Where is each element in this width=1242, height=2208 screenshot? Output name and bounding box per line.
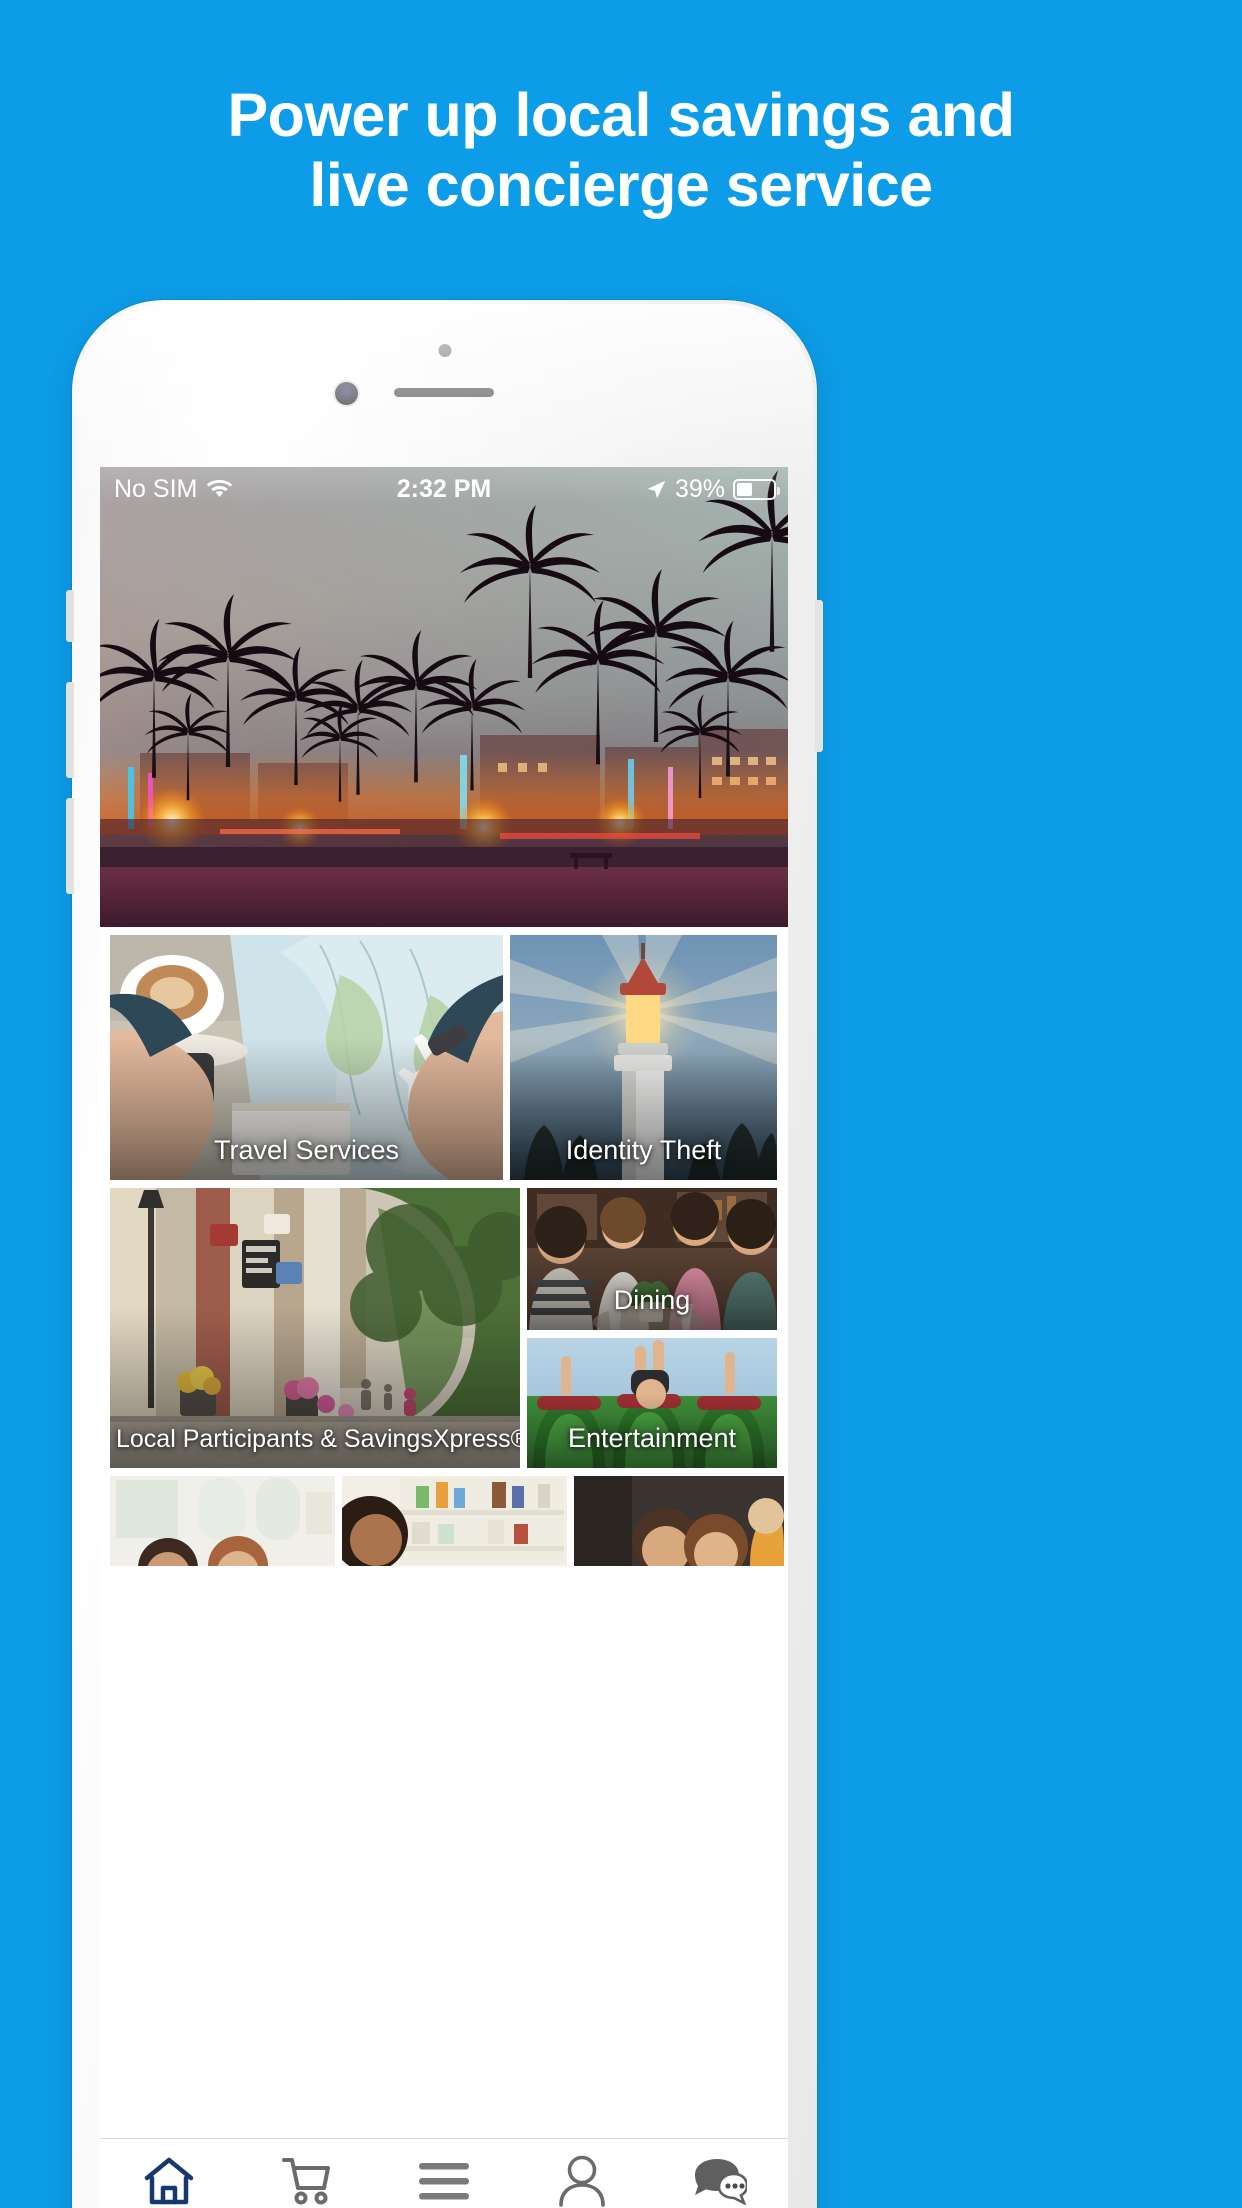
tile-row-3-partial <box>110 1476 784 1566</box>
status-bar-right: 39% <box>646 474 780 504</box>
tab-cart[interactable]: Cart <box>238 2153 374 2208</box>
battery-icon <box>733 478 780 500</box>
headline-line-1: Power up local savings and <box>227 81 1016 149</box>
tab-membership[interactable]: Membership <box>514 2153 650 2208</box>
tab-home[interactable]: Home <box>101 2153 237 2208</box>
earpiece-speaker <box>394 388 494 397</box>
marketing-headline: Power up local savings and live concierg… <box>0 80 1242 220</box>
bottom-tab-bar: Home Cart <box>100 2138 788 2208</box>
category-tile-grid: Travel Services Identity Theft Local Par… <box>100 927 788 2208</box>
headline-line-2: live concierge service <box>309 151 933 219</box>
home-icon <box>101 2153 237 2208</box>
battery-percent-label: 39% <box>674 474 725 503</box>
front-camera-icon <box>335 382 358 405</box>
tile-label: Travel Services <box>213 1135 400 1165</box>
tile-row-2: Local Participants & SavingsXpress® Dini… <box>110 1188 778 1468</box>
tile-dining[interactable]: Dining <box>527 1188 777 1330</box>
tile-partial-3[interactable] <box>574 1476 784 1566</box>
tab-menu[interactable]: Menu <box>376 2153 512 2208</box>
volume-up-button[interactable] <box>66 682 74 778</box>
person-icon <box>514 2153 650 2208</box>
tile-travel-services[interactable]: Travel Services <box>110 935 503 1180</box>
hamburger-icon <box>376 2153 512 2208</box>
tile-label: Dining <box>613 1285 691 1315</box>
tile-label: Local Participants & SavingsXpress® <box>116 1425 520 1453</box>
tab-live-chat[interactable]: Live Chat <box>651 2153 787 2208</box>
tile-label: Identity Theft <box>565 1135 722 1165</box>
tile-row-1: Travel Services Identity Theft <box>110 935 778 1180</box>
cart-icon <box>238 2153 374 2208</box>
chat-bubble-icon <box>651 2153 787 2208</box>
tile-local-participants[interactable]: Local Participants & SavingsXpress® <box>110 1188 520 1468</box>
hero-banner[interactable] <box>100 467 788 927</box>
phone-mockup: No SIM 2:32 PM 39% Travel Services Ident… <box>66 300 823 2208</box>
tile-partial-2[interactable] <box>342 1476 567 1566</box>
tile-identity-theft[interactable]: Identity Theft <box>510 935 777 1180</box>
phone-screen: No SIM 2:32 PM 39% Travel Services Ident… <box>100 467 788 2208</box>
tile-column-right: Dining Entertainment <box>527 1188 777 1468</box>
silent-switch[interactable] <box>66 590 74 642</box>
location-arrow-icon <box>647 480 666 498</box>
tile-partial-1[interactable] <box>110 1476 335 1566</box>
tile-entertainment[interactable]: Entertainment <box>527 1338 777 1468</box>
tile-label: Entertainment <box>567 1423 737 1453</box>
volume-down-button[interactable] <box>66 798 74 894</box>
proximity-sensor-icon <box>438 344 451 357</box>
status-bar: No SIM 2:32 PM 39% <box>100 467 788 511</box>
power-button[interactable] <box>815 600 823 752</box>
